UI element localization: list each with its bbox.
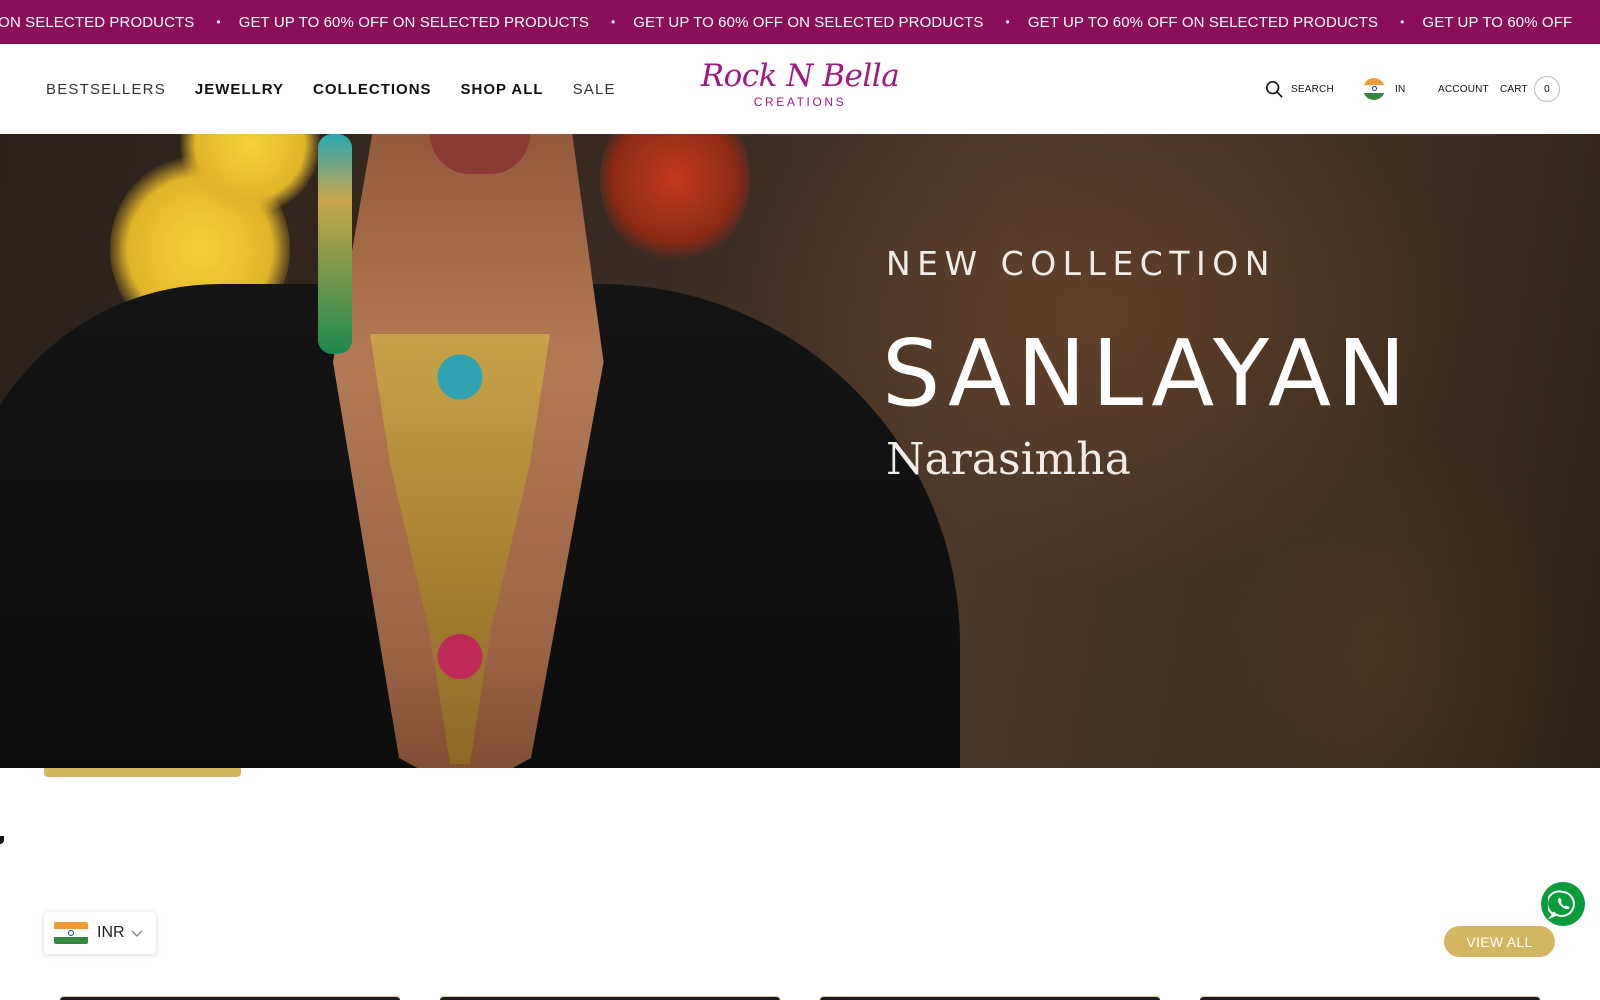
currency-code: INR: [97, 924, 125, 941]
search-button[interactable]: SEARCH: [1265, 44, 1334, 134]
whatsapp-button[interactable]: [1541, 882, 1585, 926]
announcement-bar: TO 60% OFF ON SELECTED PRODUCTS •GET UP …: [0, 0, 1600, 44]
hero-subtitle: Narasimha: [886, 434, 1131, 485]
logo-subtitle: CREATIONS: [753, 95, 847, 109]
account-label: ACCOUNT: [1438, 83, 1489, 95]
nav-shop-all[interactable]: SHOP ALL: [461, 81, 544, 98]
product-card[interactable]: [60, 996, 400, 1000]
hero-title: SANLAYAN: [882, 320, 1412, 427]
announcement-text: • GET UP TO 60% OFF ON SELECTED PRODUCTS: [1005, 13, 1379, 31]
search-icon: [1265, 80, 1283, 98]
announcement-text: • GET UP TO 60% OFF ON SELECTED PRODUCTS: [610, 13, 984, 31]
product-card[interactable]: [820, 996, 1160, 1000]
bullet-separator: •: [216, 15, 221, 29]
nav-collections[interactable]: COLLECTIONS: [313, 81, 432, 98]
announcement-text: • GET UP TO 60% OFF: [1400, 13, 1573, 31]
divider-notch: [0, 836, 4, 844]
nav-sale[interactable]: SALE: [573, 81, 616, 98]
india-flag-icon: [1363, 78, 1385, 100]
country-selector[interactable]: IN: [1363, 44, 1405, 134]
nav-jewellry[interactable]: JEWELLRY: [195, 81, 284, 98]
site-logo[interactable]: Rock N Bella CREATIONS: [700, 58, 900, 122]
nav-bestsellers[interactable]: BESTSELLERS: [46, 81, 166, 98]
view-all-button[interactable]: VIEW ALL: [1444, 926, 1555, 957]
country-label: IN: [1395, 83, 1406, 95]
account-link[interactable]: ACCOUNT: [1438, 44, 1489, 134]
site-header: BESTSELLERS JEWELLRY COLLECTIONS SHOP AL…: [0, 44, 1600, 134]
product-card[interactable]: [440, 996, 780, 1000]
bullet-separator: •: [1400, 15, 1405, 29]
cart-label: CART: [1500, 83, 1528, 95]
hero-cta-edge[interactable]: [44, 768, 241, 777]
logo-script: Rock N Bella: [700, 58, 900, 94]
bullet-separator: •: [610, 15, 616, 29]
hero-earring: [318, 134, 352, 354]
announcement-track: TO 60% OFF ON SELECTED PRODUCTS •GET UP …: [0, 0, 1572, 44]
whatsapp-icon: [1548, 890, 1575, 919]
currency-selector[interactable]: INR: [44, 912, 156, 954]
chevron-down-icon: [131, 930, 143, 937]
hero-banner[interactable]: NEW COLLECTION SANLAYAN Narasimha: [0, 134, 1600, 768]
search-label: SEARCH: [1291, 83, 1334, 95]
cart-button[interactable]: CART 0: [1500, 44, 1560, 134]
hero-kicker: NEW COLLECTION: [886, 244, 1276, 283]
product-card[interactable]: [1200, 996, 1540, 1000]
announcement-text: TO 60% OFF ON SELECTED PRODUCTS: [0, 13, 195, 31]
announcement-text: • GET UP TO 60% OFF ON SELECTED PRODUCTS: [216, 13, 589, 31]
main-nav: BESTSELLERS JEWELLRY COLLECTIONS SHOP AL…: [46, 44, 645, 134]
cart-count-badge: 0: [1533, 76, 1560, 102]
hero-flower-decoration: [600, 134, 750, 264]
bullet-separator: •: [1005, 15, 1010, 29]
india-flag-icon: [54, 922, 88, 944]
